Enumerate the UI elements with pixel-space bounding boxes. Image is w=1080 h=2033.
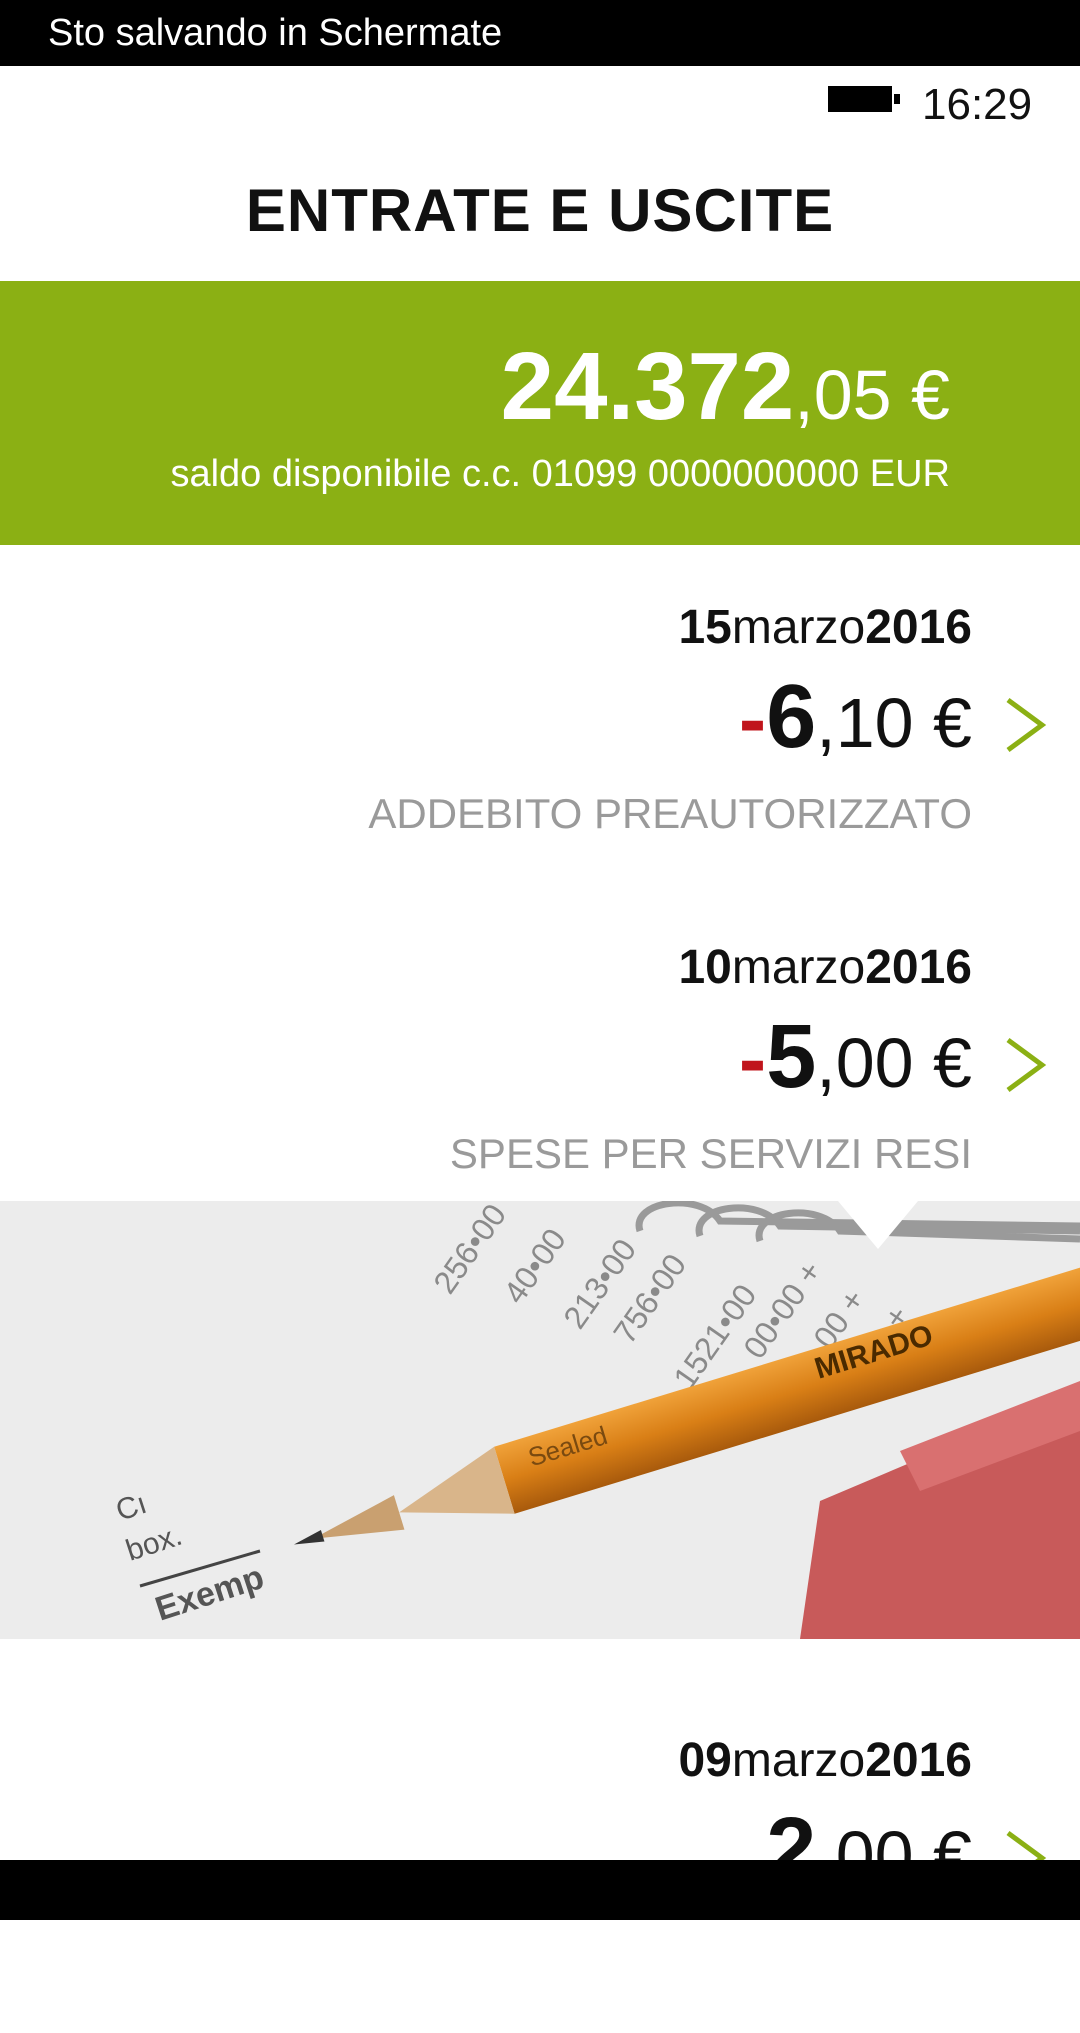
transaction-date: 15marzo2016: [678, 600, 972, 655]
date-day: 15: [678, 601, 732, 654]
transaction-date: 10marzo2016: [678, 940, 972, 995]
balance-amount-int: 24.372: [500, 333, 795, 440]
date-year: 2016: [865, 1734, 972, 1787]
amount-sign: -: [738, 1014, 767, 1105]
status-bar: 16:29: [0, 66, 1080, 146]
toast-text: Sto salvando in Schermate: [48, 12, 503, 54]
amount-int: 6: [766, 667, 817, 767]
transaction-amount: -5,00 €: [739, 1012, 972, 1102]
clock: 16:29: [922, 80, 1033, 129]
transaction-description: SPESE PER SERVIZI RESI: [449, 1130, 972, 1177]
balance-panel: 24.372,05 € saldo disponibile c.c. 01099…: [0, 281, 1080, 545]
date-year: 2016: [865, 601, 972, 654]
date-month: marzo: [731, 941, 866, 994]
battery-icon: [828, 86, 900, 112]
amount-sign: -: [738, 674, 767, 765]
transaction-date: 09marzo2016: [678, 1733, 972, 1788]
page-title: ENTRATE E USCITE: [245, 177, 835, 244]
transaction-amount: -6,10 €: [739, 672, 972, 762]
chevron-right-icon[interactable]: [1000, 1030, 1052, 1100]
system-nav-bar: [0, 1860, 1080, 1920]
amount-int: 5: [766, 1007, 817, 1107]
saving-toast: Sto salvando in Schermate: [0, 0, 1080, 66]
transaction-description: ADDEBITO PREAUTORIZZATO: [368, 790, 972, 837]
pencil-document-illustration: 256•00 40•00 213•00 756•00 1521•00 00•00…: [0, 1201, 1080, 1639]
balance-amount-dec: ,05 €: [794, 356, 950, 434]
balance-amount: 24.372,05 €: [501, 339, 950, 435]
amount-rest: ,10 €: [816, 684, 972, 762]
date-month: marzo: [731, 601, 866, 654]
date-day: 09: [678, 1734, 732, 1787]
transaction-item[interactable]: 15marzo2016 -6,10 € ADDEBITO PREAUTORIZZ…: [0, 600, 1080, 900]
date-day: 10: [678, 941, 732, 994]
date-month: marzo: [731, 1734, 866, 1787]
chevron-right-icon[interactable]: [1000, 690, 1052, 760]
amount-rest: ,00 €: [816, 1024, 972, 1102]
balance-label: saldo disponibile c.c. 01099 0000000000 …: [170, 453, 950, 495]
date-year: 2016: [865, 941, 972, 994]
transaction-item[interactable]: 10marzo2016 -5,00 € SPESE PER SERVIZI RE…: [0, 940, 1080, 1240]
banner-notch: [838, 1201, 918, 1249]
banner-photo: 256•00 40•00 213•00 756•00 1521•00 00•00…: [0, 1201, 1080, 1639]
